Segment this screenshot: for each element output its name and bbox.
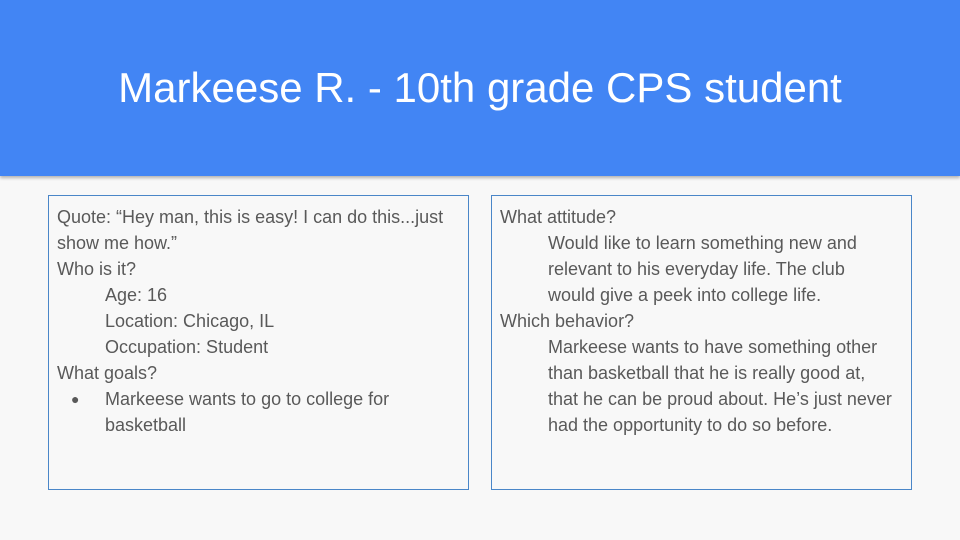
attitude-line-1: Would like to learn something new and: [548, 233, 857, 253]
behavior-line-1: Markeese wants to have something other: [548, 337, 878, 357]
persona-details-box: Quote: “Hey man, this is easy! I can do …: [48, 195, 469, 490]
quote-line-2: show me how.”: [57, 233, 178, 253]
behavior-line-3: that he can be proud about. He’s just ne…: [548, 389, 892, 409]
attitude-line-3: would give a peek into college life.: [548, 285, 822, 305]
age-text: Age: 16: [105, 285, 168, 305]
occupation-text: Occupation: Student: [105, 337, 269, 357]
title-banner: Markeese R. - 10th grade CPS student: [0, 0, 960, 176]
who-heading: Who is it?: [57, 259, 137, 279]
goal-list-item: ● Markeese wants to go to college for ba…: [57, 386, 460, 438]
goal-line-2: basketball: [105, 415, 187, 435]
slide-title: Markeese R. - 10th grade CPS student: [118, 64, 842, 111]
behavior-line-2: than basketball that he is really good a…: [548, 363, 866, 383]
location-text: Location: Chicago, IL: [105, 311, 275, 331]
goal-line-1: Markeese wants to go to college for: [105, 389, 390, 409]
bullet-icon: ●: [71, 391, 80, 407]
attitude-line-2: relevant to his everyday life. The club: [548, 259, 845, 279]
persona-attitude-box: What attitude? Would like to learn somet…: [491, 195, 912, 490]
attitude-heading: What attitude?: [500, 207, 617, 227]
goals-heading: What goals?: [57, 363, 158, 383]
behavior-heading: Which behavior?: [500, 311, 635, 331]
quote-line-1: Quote: “Hey man, this is easy! I can do …: [57, 207, 444, 227]
behavior-line-4: had the opportunity to do so before.: [548, 415, 833, 435]
